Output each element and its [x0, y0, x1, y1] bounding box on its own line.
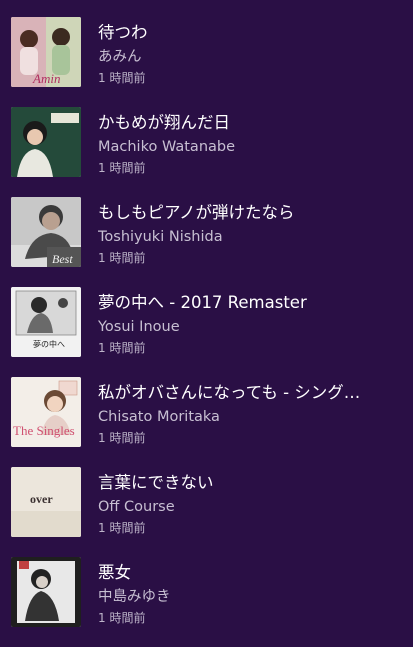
played-time: 1 時間前: [98, 431, 146, 445]
cover-text: The Singles: [13, 423, 75, 438]
cover-text: Best: [52, 252, 73, 266]
album-cover-toshiyuki-nishida-icon: Best: [11, 197, 81, 267]
track-artist: Yosui Inoue: [98, 319, 180, 335]
played-time: 1 時間前: [98, 611, 146, 625]
list-item[interactable]: The Singles 私がオバさんになっても - シング… Chisato M…: [0, 377, 413, 467]
played-time: 1 時間前: [98, 71, 146, 85]
album-cover-chisato-moritaka-icon: The Singles: [11, 377, 81, 447]
list-item[interactable]: over 言葉にできない Off Course 1 時間前: [0, 467, 413, 557]
track-artist: あみん: [98, 49, 142, 65]
track-title: 夢の中へ - 2017 Remaster: [98, 293, 307, 312]
played-time: 1 時間前: [98, 251, 146, 265]
album-cover-amin-icon: Amin: [11, 17, 81, 87]
list-item[interactable]: かもめが翔んだ日 Machiko Watanabe 1 時間前: [0, 107, 413, 197]
played-time: 1 時間前: [98, 341, 146, 355]
cover-text: 夢の中へ: [33, 339, 65, 349]
track-artist: Off Course: [98, 499, 175, 515]
album-cover-off-course-icon: over: [11, 467, 81, 537]
track-title: 私がオバさんになっても - シング…: [98, 383, 361, 402]
list-item[interactable]: Amin 待つわ あみん 1 時間前: [0, 17, 413, 107]
track-title: 待つわ: [98, 23, 148, 42]
played-time: 1 時間前: [98, 161, 146, 175]
cover-text: over: [30, 492, 53, 506]
list-item[interactable]: 夢の中へ 夢の中へ - 2017 Remaster Yosui Inoue 1 …: [0, 287, 413, 377]
track-title: 言葉にできない: [98, 473, 214, 492]
list-item[interactable]: Best もしもピアノが弾けたなら Toshiyuki Nishida 1 時間…: [0, 197, 413, 287]
track-title: 悪女: [98, 563, 131, 582]
list-item[interactable]: 悪女 中島みゆき 1 時間前: [0, 557, 413, 647]
track-artist: Machiko Watanabe: [98, 139, 236, 155]
album-cover-machiko-watanabe-icon: [11, 107, 81, 177]
album-cover-miyuki-nakajima-icon: [11, 557, 81, 627]
track-title: もしもピアノが弾けたなら: [98, 203, 295, 222]
cover-text: Amin: [32, 71, 60, 86]
recently-played-list: Amin 待つわ あみん 1 時間前 かもめが翔んだ日 Machiko Wata…: [0, 0, 413, 640]
track-artist: Chisato Moritaka: [98, 409, 220, 425]
album-cover-yosui-inoue-icon: 夢の中へ: [11, 287, 81, 357]
track-artist: Toshiyuki Nishida: [98, 229, 223, 245]
track-artist: 中島みゆき: [98, 589, 171, 605]
played-time: 1 時間前: [98, 521, 146, 535]
track-title: かもめが翔んだ日: [98, 113, 230, 132]
